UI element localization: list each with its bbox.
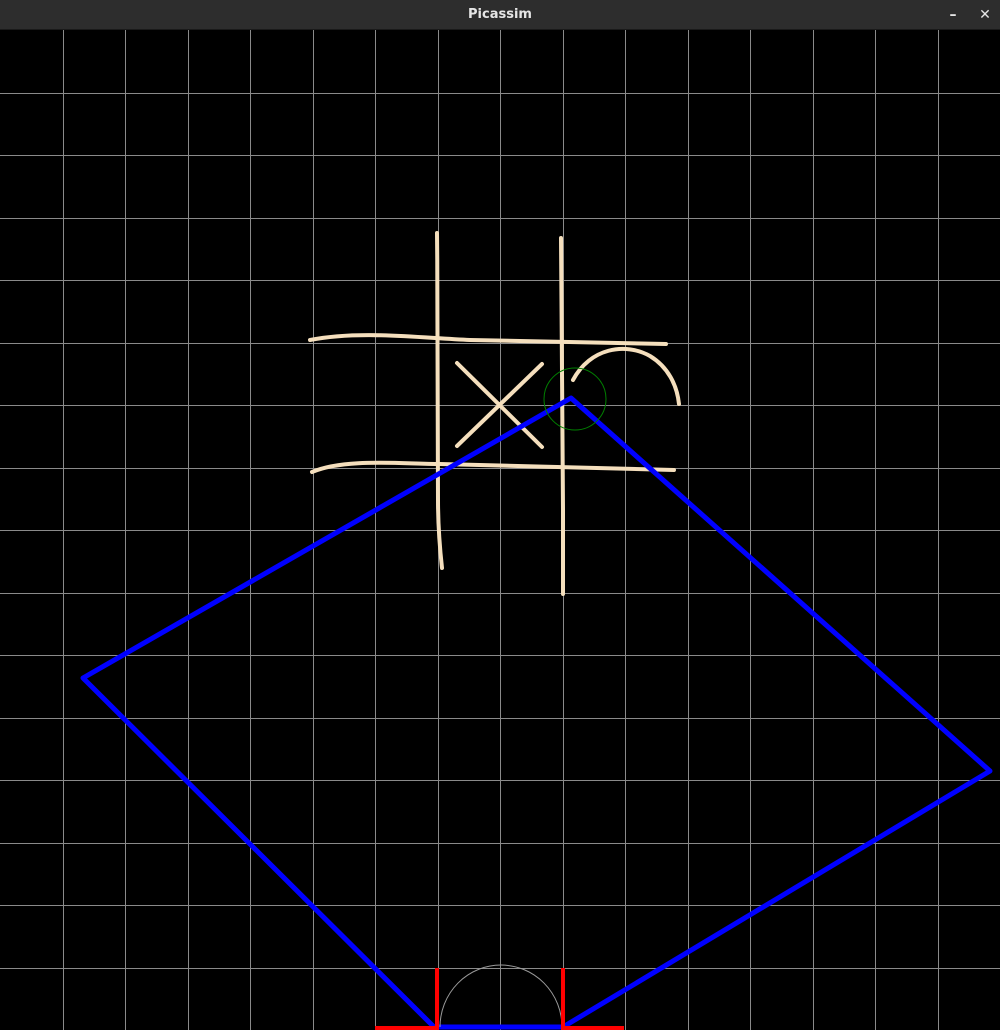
sketch-strokes xyxy=(308,231,681,596)
grid-lines xyxy=(0,30,1000,1030)
sketch-vertical-line-right xyxy=(559,236,566,596)
sketch-horizontal-line-top xyxy=(308,333,668,346)
window-title: Picassim xyxy=(468,7,532,22)
blue-quadrilateral xyxy=(80,395,993,1030)
close-icon[interactable]: ✕ xyxy=(973,3,997,27)
sketch-vertical-line-left xyxy=(435,231,444,570)
canvas-surface[interactable] xyxy=(0,30,1000,1030)
title-bar[interactable]: Picassim – ✕ xyxy=(0,0,1000,30)
minimize-icon[interactable]: – xyxy=(941,3,965,27)
sketch-horizontal-line-bottom xyxy=(310,460,676,474)
red-markers xyxy=(375,968,624,1030)
drawing-canvas[interactable] xyxy=(0,30,1000,1030)
